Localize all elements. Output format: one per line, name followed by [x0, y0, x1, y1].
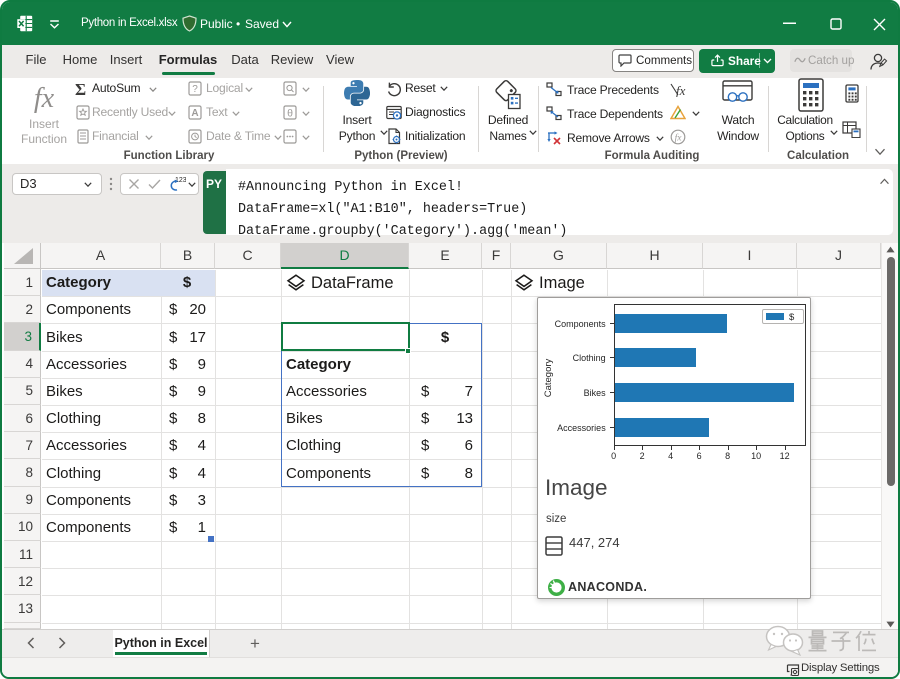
svg-text:θ: θ [287, 108, 293, 120]
svg-text:?: ? [192, 84, 198, 95]
svg-text:A: A [191, 108, 198, 119]
svg-text:Σ: Σ [75, 81, 86, 97]
svg-text:fx: fx [34, 83, 55, 113]
svg-text:fx: fx [676, 83, 686, 97]
svg-text:Category: Category [543, 358, 553, 397]
svg-text:fx: fx [675, 133, 683, 144]
